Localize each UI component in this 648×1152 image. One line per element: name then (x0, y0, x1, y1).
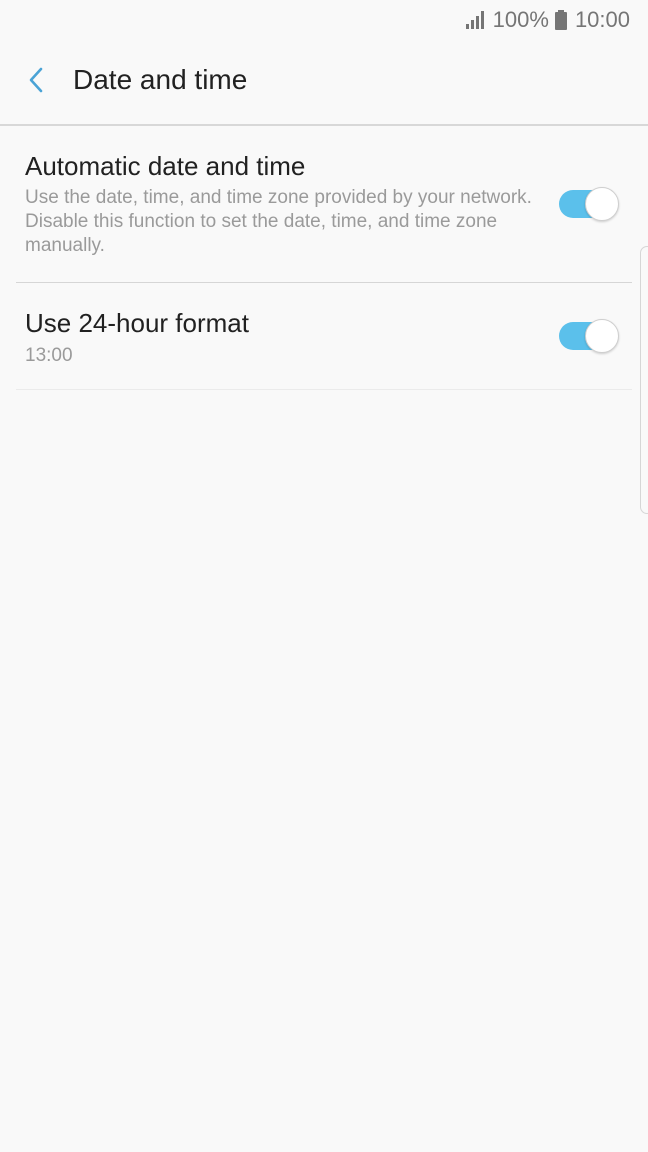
setting-title: Use 24-hour format (25, 308, 249, 338)
status-bar: 100% 10:00 (0, 0, 648, 40)
row-divider (16, 282, 632, 283)
setting-description: Use the date, time, and time zone provid… (25, 187, 532, 256)
row-divider (16, 389, 632, 390)
status-indicators: 100% 10:00 (465, 6, 630, 34)
chevron-left-icon (29, 67, 43, 93)
setting-value: 13:00 (25, 345, 73, 366)
automatic-date-time-toggle[interactable] (559, 187, 619, 221)
toggle-thumb (585, 187, 619, 221)
clock: 10:00 (574, 7, 630, 32)
setting-automatic-date-time[interactable]: Automatic date and time Use the date, ti… (0, 127, 648, 282)
app-bar: Date and time (0, 40, 648, 124)
header-divider (0, 124, 648, 126)
battery-icon (554, 10, 567, 30)
toggle-thumb (585, 319, 619, 353)
setting-title: Automatic date and time (25, 151, 306, 181)
signal-icon (465, 11, 484, 29)
battery-percent: 100% (492, 7, 549, 32)
edge-panel-handle[interactable] (640, 246, 648, 514)
24-hour-format-toggle[interactable] (559, 319, 619, 353)
setting-24-hour-format[interactable]: Use 24-hour format 13:00 (0, 284, 648, 389)
page-title: Date and time (73, 64, 248, 95)
back-button[interactable] (14, 58, 58, 102)
